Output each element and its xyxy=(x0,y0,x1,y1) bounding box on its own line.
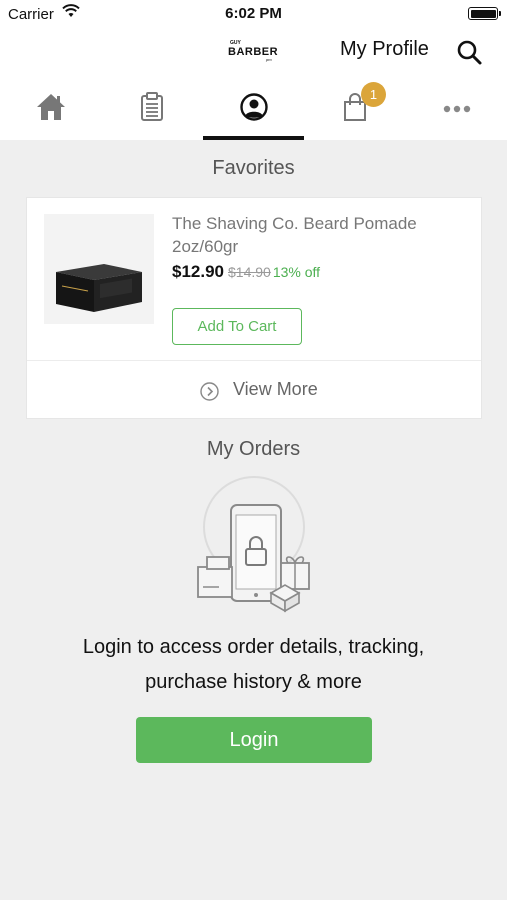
favorites-title: Favorites xyxy=(212,157,295,179)
original-price: $14.90 xyxy=(228,264,271,280)
tab-bar xyxy=(0,74,507,140)
price-row: $12.90 $14.90 13% off xyxy=(172,262,320,282)
tab-cart[interactable] xyxy=(304,74,405,140)
view-more-label: View More xyxy=(233,379,318,399)
discount-label: 13% off xyxy=(272,264,321,280)
app-header: GUY BARBER pro My Profile xyxy=(0,28,507,74)
view-more-button[interactable]: View More xyxy=(27,361,481,419)
home-icon xyxy=(36,94,65,120)
user-circle-icon xyxy=(239,93,268,121)
login-prompt: Login to access order details, tracking,… xyxy=(0,630,507,700)
brand-logo[interactable]: GUY BARBER pro xyxy=(226,40,282,62)
cart-count-badge: 1 xyxy=(361,82,386,107)
login-button[interactable]: Login xyxy=(136,717,372,763)
tab-home[interactable] xyxy=(0,74,101,140)
clock: 6:02 PM xyxy=(225,5,282,22)
page-title: My Profile xyxy=(340,38,429,60)
clipboard-icon xyxy=(140,92,163,121)
tab-orders[interactable] xyxy=(101,74,202,140)
tab-profile[interactable] xyxy=(203,74,304,140)
status-bar: Carrier 6:02 PM xyxy=(0,0,507,28)
product-image[interactable] xyxy=(44,214,154,324)
locked-phone-illustration xyxy=(193,475,317,615)
login-prompt-line-1: Login to access order details, tracking, xyxy=(82,636,425,658)
favorite-product-card: The Shaving Co. Beard Pomade 2oz/60gr $1… xyxy=(26,197,482,419)
add-to-cart-button[interactable]: Add To Cart xyxy=(172,308,302,345)
tab-more[interactable] xyxy=(406,74,507,140)
product-price: $12.90 xyxy=(172,262,224,281)
my-orders-title: My Orders xyxy=(206,438,301,460)
more-dots-icon xyxy=(443,105,470,113)
product-name[interactable]: The Shaving Co. Beard Pomade 2oz/60gr xyxy=(172,212,462,258)
battery-icon xyxy=(468,7,501,20)
chevron-right-circle-icon xyxy=(200,382,219,401)
login-prompt-line-2: purchase history & more xyxy=(145,671,362,693)
search-icon[interactable] xyxy=(455,38,485,68)
